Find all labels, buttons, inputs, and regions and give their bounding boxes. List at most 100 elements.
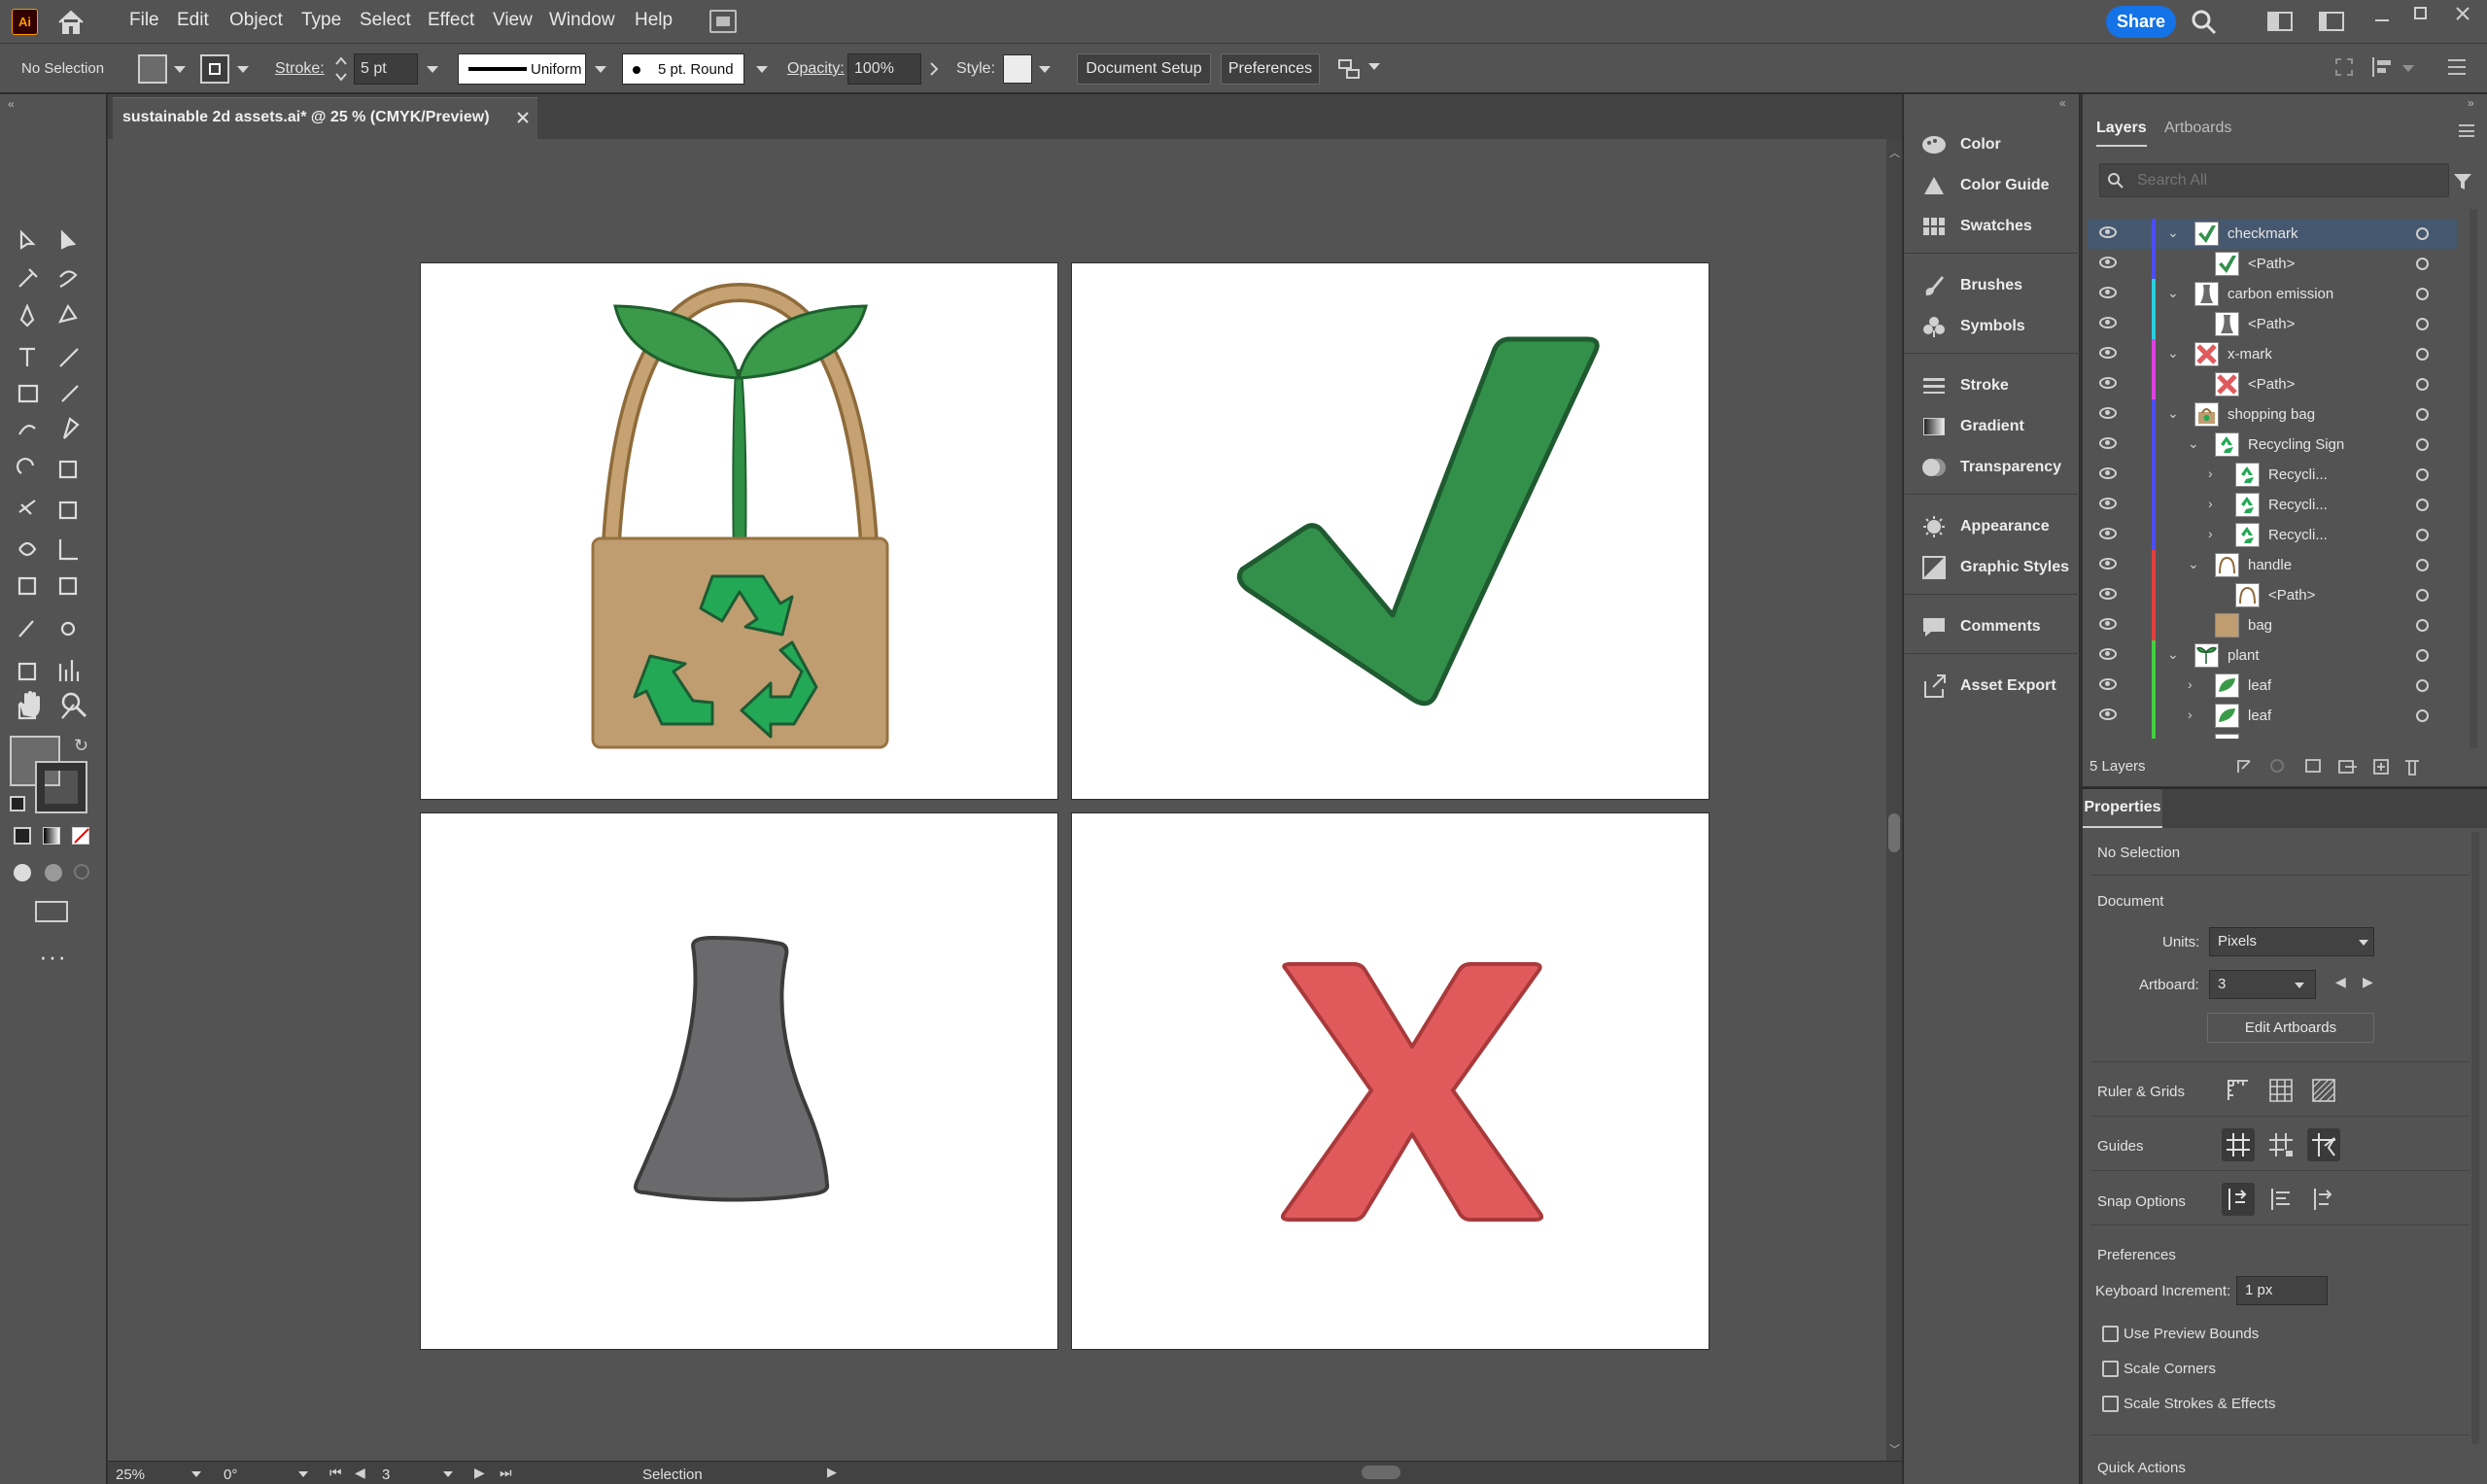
target-circle-icon[interactable] (2416, 679, 2429, 692)
document-setup-button[interactable]: Document Setup (1077, 53, 1211, 85)
appearance-panel-button[interactable]: Appearance (1921, 510, 2050, 543)
units-select[interactable]: Pixels (2209, 927, 2374, 956)
artboard-number-input[interactable]: 3 (382, 1467, 390, 1483)
target-circle-icon[interactable] (2416, 348, 2429, 361)
default-colors-icon[interactable] (10, 796, 25, 811)
brush-definition[interactable]: 5 pt. Round (622, 53, 744, 85)
search-icon[interactable] (2191, 9, 2218, 36)
profile-chevron-icon[interactable] (595, 66, 606, 73)
collapsed-chevron-icon[interactable]: › (2188, 707, 2193, 722)
layer-name[interactable]: carbon emission (2228, 286, 2333, 302)
variable-width-profile[interactable]: Uniform (458, 53, 586, 85)
keyboard-increment-input[interactable]: 1 px (2236, 1276, 2328, 1305)
swap-fill-stroke-icon[interactable]: ↻ (74, 736, 88, 756)
draw-behind-icon[interactable] (45, 864, 62, 881)
color-mode-icon[interactable] (14, 827, 31, 845)
target-circle-icon[interactable] (2416, 258, 2429, 270)
next-artboard-button[interactable]: ▶ (2363, 974, 2373, 990)
brush-chevron-icon[interactable] (756, 66, 768, 73)
layer-row[interactable]: › Recycli... (2088, 460, 2457, 490)
target-circle-icon[interactable] (2416, 709, 2429, 722)
canvas-vertical-scrollbar[interactable]: ︿ ﹀ (1886, 139, 1902, 1461)
zoom-level-input[interactable]: 25% (116, 1467, 145, 1483)
rotation-chevron-icon[interactable] (298, 1471, 308, 1477)
layer-row[interactable]: <Path> (2088, 309, 2457, 339)
properties-tab[interactable]: Properties (2083, 789, 2162, 828)
layer-row[interactable]: › Recycli... (2088, 520, 2457, 550)
layer-name[interactable]: <Path> (2268, 587, 2315, 604)
use-preview-bounds-checkbox[interactable] (2102, 1326, 2119, 1342)
layer-name[interactable]: Recycling Sign (2248, 436, 2344, 453)
edit-artboards-button[interactable]: Edit Artboards (2207, 1013, 2374, 1043)
visibility-eye-icon[interactable] (2099, 437, 2117, 449)
layer-row[interactable]: bag (2088, 610, 2457, 640)
close-icon[interactable] (2455, 6, 2470, 21)
layer-row[interactable]: › leaf (2088, 701, 2457, 731)
style-swatch[interactable] (1003, 54, 1032, 84)
target-circle-icon[interactable] (2416, 288, 2429, 300)
color-panel-button[interactable]: Color (1921, 128, 2001, 161)
arrange-documents-icon[interactable] (709, 10, 737, 33)
target-circle-icon[interactable] (2416, 529, 2429, 541)
layer-row[interactable]: <Path> (2088, 249, 2457, 279)
snap-to-point-icon[interactable] (2222, 1183, 2255, 1216)
rulers-icon[interactable] (2222, 1074, 2255, 1107)
layer-name[interactable]: <Path> (2248, 316, 2295, 332)
layer-name[interactable]: stem (2248, 738, 2280, 739)
artboard-checkmark[interactable] (1071, 262, 1710, 800)
expand-chevron-icon[interactable]: ⌄ (2167, 224, 2179, 241)
previous-artboard-icon[interactable]: ◀ (355, 1465, 365, 1481)
collapsed-chevron-icon[interactable]: › (2208, 526, 2213, 541)
draw-normal-icon[interactable] (14, 864, 31, 881)
properties-scrollbar[interactable] (2471, 832, 2479, 1444)
artboard-select-chevron-icon[interactable] (2295, 983, 2304, 988)
layer-row[interactable]: ⌄ shopping bag (2088, 399, 2457, 430)
first-artboard-icon[interactable]: ⏮ (329, 1465, 342, 1481)
menu-edit[interactable]: Edit (177, 10, 209, 31)
status-menu-icon[interactable]: ▶ (827, 1465, 837, 1480)
layer-row[interactable]: ⌄ carbon emission (2088, 279, 2457, 309)
menu-type[interactable]: Type (301, 10, 341, 31)
expand-chevron-icon[interactable]: ⌄ (2167, 345, 2179, 362)
none-mode-icon[interactable] (72, 827, 89, 845)
layer-name[interactable]: Recycli... (2268, 527, 2328, 543)
collapse-right-panels-icon[interactable]: » (2468, 96, 2474, 110)
visibility-eye-icon[interactable] (2099, 618, 2117, 630)
asset-export-panel-button[interactable]: Asset Export (1921, 670, 2056, 703)
edit-toolbar-icon[interactable]: ··· (39, 942, 67, 972)
stroke-swatch[interactable] (200, 54, 229, 84)
collapsed-chevron-icon[interactable]: › (2188, 676, 2193, 692)
target-circle-icon[interactable] (2416, 619, 2429, 632)
lock-guides-icon[interactable] (2264, 1128, 2297, 1161)
layer-name[interactable]: x-mark (2228, 346, 2272, 362)
show-guides-icon[interactable] (2222, 1128, 2255, 1161)
expand-chevron-icon[interactable]: ⌄ (2167, 285, 2179, 301)
layer-name[interactable]: checkmark (2228, 225, 2298, 242)
panel-menu-icon[interactable] (2448, 59, 2466, 75)
snap-to-pixel-icon[interactable] (2264, 1183, 2297, 1216)
filter-icon[interactable] (2453, 172, 2472, 191)
artboard-shopping-bag[interactable] (420, 262, 1058, 800)
target-circle-icon[interactable] (2416, 468, 2429, 481)
layer-row[interactable]: <Path> (2088, 580, 2457, 610)
stroke-chevron-icon[interactable] (237, 66, 249, 73)
layer-name[interactable]: Recycli... (2268, 466, 2328, 483)
color-guide-panel-button[interactable]: Color Guide (1921, 169, 2050, 202)
opacity-input[interactable]: 100% (847, 53, 921, 85)
menu-object[interactable]: Object (229, 10, 283, 31)
layer-row[interactable]: ⌄ checkmark (2088, 219, 2457, 249)
close-tab-icon[interactable] (517, 112, 529, 123)
stroke-stepper-icon[interactable] (334, 54, 348, 84)
layer-name[interactable]: leaf (2248, 707, 2271, 724)
layers-panel-menu-icon[interactable] (2459, 124, 2474, 137)
distribute-icon[interactable] (1337, 56, 1363, 82)
visibility-eye-icon[interactable] (2099, 407, 2117, 419)
graphic-styles-panel-button[interactable]: Graphic Styles (1921, 551, 2069, 584)
visibility-eye-icon[interactable] (2099, 498, 2117, 509)
visibility-eye-icon[interactable] (2099, 528, 2117, 539)
horizontal-scroll-thumb[interactable] (1362, 1466, 1400, 1479)
previous-artboard-button[interactable]: ◀ (2335, 974, 2346, 990)
draw-inside-icon[interactable] (74, 864, 89, 880)
collapsed-chevron-icon[interactable]: › (2208, 496, 2213, 511)
canvas[interactable] (108, 139, 1886, 1461)
